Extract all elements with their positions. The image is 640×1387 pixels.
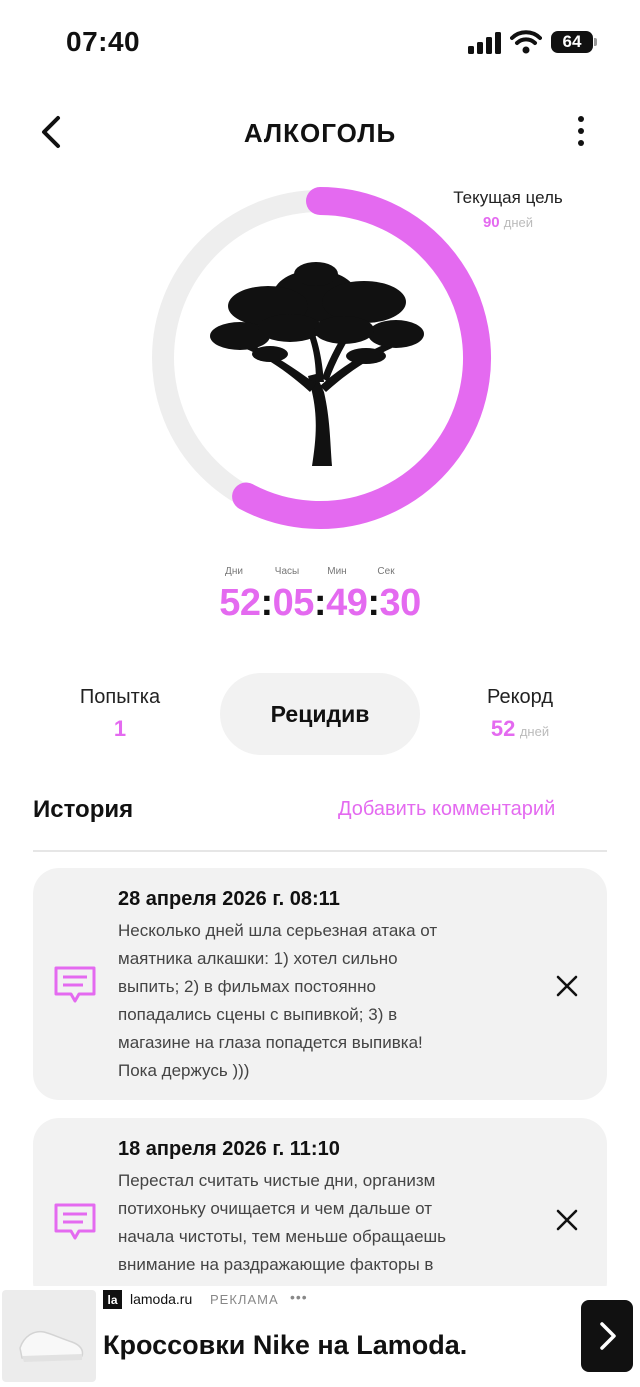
history-entry-line: Пока держусь )))	[118, 1061, 250, 1080]
timer-days-label: Дни	[225, 566, 243, 577]
history-entry-date: 18 апреля 2026 г. 11:10	[118, 1138, 340, 1160]
history-entry-text: Перестал считать чистые дни, организм по…	[118, 1167, 508, 1279]
status-time: 07:40	[66, 26, 141, 57]
goal-progress-ring	[152, 187, 491, 529]
history-entry-line: маятника алкашки: 1) хотел сильно	[118, 949, 398, 968]
ad-open-button[interactable]	[581, 1300, 633, 1372]
timer-minutes: 49	[326, 582, 368, 624]
ad-label: РЕКЛАМА	[210, 1292, 279, 1307]
history-entry-date: 28 апреля 2026 г. 08:11	[118, 888, 340, 910]
timer-seconds: 30	[379, 582, 422, 624]
history-entry-card: 18 апреля 2026 г. 11:10 Перестал считать…	[33, 1118, 607, 1308]
history-entry-line: магазине на глаза попадется выпивка!	[118, 1033, 423, 1052]
tree-icon	[210, 262, 424, 466]
more-vertical-icon[interactable]	[566, 113, 596, 149]
relapse-button[interactable]: Рецидив	[220, 673, 420, 755]
sneaker-icon	[19, 1330, 84, 1362]
goal-days-unit: дней	[503, 215, 534, 230]
history-entry-line: Перестал считать чистые дни, организм	[118, 1171, 436, 1190]
delete-entry-close-icon[interactable]	[553, 1206, 581, 1234]
page-title: АЛКОГОЛЬ	[243, 118, 397, 148]
history-entry-line: начала чистоты, тем меньше обращаешь	[118, 1227, 447, 1246]
history-entry-line: внимание на раздражающие факторы в	[118, 1255, 434, 1274]
attempt-label: Попытка	[79, 686, 161, 708]
timer-minutes-label: Мин	[327, 566, 347, 577]
ad-menu-dots[interactable]: •••	[290, 1289, 308, 1305]
history-entry-card: 28 апреля 2026 г. 08:11 Несколько дней ш…	[33, 868, 607, 1100]
goal-value: 90 дней	[420, 214, 596, 231]
timer-hours-label: Часы	[274, 566, 300, 577]
history-entry-line: попадались сцены с выпивкой; 3) в	[118, 1005, 398, 1024]
history-title: История	[33, 796, 134, 823]
comment-icon	[54, 966, 96, 1003]
cellular-signal-icon	[468, 32, 501, 54]
record-days-unit: дней	[519, 724, 550, 739]
record-value: 52 дней	[440, 716, 600, 742]
history-entry-line: выпить; 2) в фильмах постоянно	[118, 977, 376, 996]
ad-site: lamoda.ru	[130, 1291, 193, 1307]
chevron-right-icon	[600, 1322, 616, 1350]
goal-label: Текущая цель	[453, 188, 563, 207]
battery-level: 64	[562, 32, 582, 51]
elapsed-timer: 52:05:49:30	[219, 582, 422, 624]
battery-icon: 64	[551, 31, 593, 53]
comment-icon	[54, 1203, 96, 1240]
ad-title[interactable]: Кроссовки Nike на Lamoda.	[103, 1330, 467, 1361]
ad-product-image[interactable]	[2, 1290, 96, 1382]
history-entry-text: Несколько дней шла серьезная атака от ма…	[118, 917, 508, 1085]
history-entry-line: Несколько дней шла серьезная атака от	[118, 921, 438, 940]
timer-days: 52	[219, 582, 261, 624]
timer-seconds-label: Сек	[377, 566, 395, 577]
lamoda-logo: la	[103, 1290, 122, 1309]
goal-days-number: 90	[482, 214, 500, 231]
add-comment-link[interactable]: Добавить комментарий	[338, 798, 555, 821]
wifi-icon	[510, 30, 542, 54]
battery-tip	[594, 38, 597, 46]
record-label: Рекорд	[486, 686, 553, 708]
attempt-value: 1	[113, 716, 127, 741]
timer-hours: 05	[272, 582, 315, 624]
record-days-number: 52	[490, 716, 516, 741]
delete-entry-close-icon[interactable]	[553, 972, 581, 1000]
history-entry-line: потихоньку очищается и чем дальше от	[118, 1199, 432, 1218]
history-divider	[33, 850, 607, 852]
